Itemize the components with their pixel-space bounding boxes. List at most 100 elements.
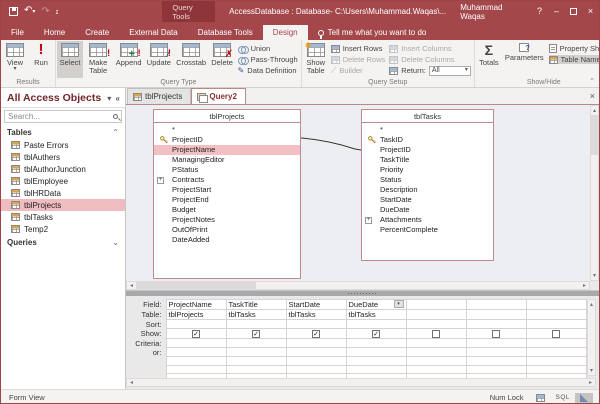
update-button[interactable]: ∕! Update	[144, 41, 173, 78]
scroll-down-icon[interactable]: ▾	[591, 271, 598, 280]
scroll-down-icon[interactable]: ▾	[588, 366, 595, 375]
property-sheet-button[interactable]: Property Sheet	[549, 44, 600, 53]
sql-view-button[interactable]: SQL	[550, 393, 575, 402]
delete-query-button[interactable]: ✗ Delete	[209, 41, 236, 78]
grid-cell-field-col5[interactable]	[406, 300, 466, 310]
grid-cell-criteria-col1[interactable]	[166, 339, 226, 348]
make-table-button[interactable]: ! Make Table	[83, 41, 113, 78]
maximize-button[interactable]	[565, 1, 582, 22]
select-query-button[interactable]: Select	[57, 41, 83, 78]
grid-cell-table-col2[interactable]: tblTasks	[226, 310, 286, 320]
field-pstatus[interactable]: PStatus	[154, 165, 300, 175]
field-description[interactable]: Description	[362, 185, 493, 195]
grid-cell-criteria-col5[interactable]	[406, 339, 466, 348]
show-checkbox[interactable]: ✓	[252, 330, 260, 338]
grid-cell-empty-col6[interactable]	[466, 365, 526, 374]
scroll-up-icon[interactable]: ▴	[588, 300, 595, 309]
field-attachments[interactable]: +Attachments	[362, 215, 493, 225]
grid-cell-empty-col4[interactable]	[346, 357, 406, 366]
return-combo[interactable]: Return: All ▾	[389, 66, 471, 75]
grid-cell-or-col4[interactable]	[346, 348, 406, 357]
grid-cell-show-col5[interactable]	[406, 329, 466, 339]
grid-cell-table-col7[interactable]	[526, 310, 586, 320]
grid-cell-empty-col4[interactable]	[346, 365, 406, 374]
grid-cell-or-col1[interactable]	[166, 348, 226, 357]
totals-button[interactable]: Σ Totals	[476, 41, 502, 78]
expand-plus-icon[interactable]: +	[157, 177, 164, 184]
grid-cell-criteria-col7[interactable]	[526, 339, 586, 348]
design-view-button[interactable]	[575, 393, 593, 403]
field-outofprint[interactable]: OutOfPrint	[154, 225, 300, 235]
tell-me-box[interactable]: Tell me what you want to do	[308, 25, 437, 40]
nav-menu-icon[interactable]: ▾	[107, 94, 112, 103]
field-projectid[interactable]: ProjectID	[154, 135, 300, 145]
tab-file[interactable]: File	[1, 25, 34, 40]
grid-cell-field-col2[interactable]: TaskTitle	[226, 300, 286, 310]
tab-external-data[interactable]: External Data	[119, 25, 187, 40]
grid-cell-sort-col2[interactable]	[226, 320, 286, 329]
field-startdate[interactable]: StartDate	[362, 195, 493, 205]
nav-item-temp2[interactable]: Temp2	[1, 223, 125, 235]
grid-cell-sort-col6[interactable]	[466, 320, 526, 329]
nav-item-tbltasks[interactable]: tblTasks	[1, 211, 125, 223]
scrollbar-thumb[interactable]	[591, 115, 598, 155]
grid-cell-show-col2[interactable]: ✓	[226, 329, 286, 339]
grid-vertical-scrollbar[interactable]: ▴ ▾	[587, 299, 596, 376]
tab-home[interactable]: Home	[34, 25, 75, 40]
tab-design[interactable]: Design	[263, 25, 308, 40]
nav-item-tblhrdata[interactable]: tblHRData	[1, 187, 125, 199]
nav-item-tblauthers[interactable]: tblAuthers	[1, 151, 125, 163]
grid-cell-sort-col1[interactable]	[166, 320, 226, 329]
insert-rows-button[interactable]: Insert Rows	[331, 44, 386, 53]
grid-cell-empty-col1[interactable]	[166, 365, 226, 374]
collapse-ribbon-icon[interactable]: ⌃	[589, 77, 595, 85]
field-duedate[interactable]: DueDate	[362, 205, 493, 215]
field-combo-icon[interactable]: ▾	[394, 300, 404, 308]
shutter-bar-icon[interactable]: «	[116, 94, 121, 103]
grid-cell-field-col1[interactable]: ProjectName	[166, 300, 226, 310]
show-checkbox[interactable]	[492, 330, 500, 338]
grid-cell-sort-col4[interactable]	[346, 320, 406, 329]
grid-cell-field-col7[interactable]	[526, 300, 586, 310]
help-button[interactable]: ?	[531, 1, 548, 22]
grid-cell-sort-col5[interactable]	[406, 320, 466, 329]
grid-cell-or-col7[interactable]	[526, 348, 586, 357]
field-percentcomplete[interactable]: PercentComplete	[362, 225, 493, 235]
datasheet-view-button[interactable]	[531, 393, 550, 403]
tab-database-tools[interactable]: Database Tools	[188, 25, 263, 40]
grid-cell-empty-col6[interactable]	[466, 357, 526, 366]
close-button[interactable]: ×	[582, 1, 599, 22]
grid-cell-empty-col3[interactable]	[286, 365, 346, 374]
design-horizontal-scrollbar[interactable]: ◂ ▸	[126, 281, 590, 290]
grid-cell-empty-col1[interactable]	[166, 357, 226, 366]
field-list-title[interactable]: tblProjects	[154, 110, 300, 123]
field-budget[interactable]: Budget	[154, 205, 300, 215]
grid-cell-table-col4[interactable]: tblTasks	[346, 310, 406, 320]
grid-cell-or-col6[interactable]	[466, 348, 526, 357]
design-canvas[interactable]: tblProjects *ProjectIDProjectNameManagin…	[126, 105, 590, 281]
grid-cell-table-col6[interactable]	[466, 310, 526, 320]
grid-cell-or-col5[interactable]	[406, 348, 466, 357]
field-contracts[interactable]: +Contracts	[154, 175, 300, 185]
grid-cell-show-col6[interactable]	[466, 329, 526, 339]
minimize-button[interactable]: –	[548, 1, 565, 22]
nav-item-tblauthorjunction[interactable]: tblAuthorJunction	[1, 163, 125, 175]
expand-section-icon[interactable]: ⌄	[112, 238, 119, 247]
grid-cell-or-col2[interactable]	[226, 348, 286, 357]
grid-cell-or-col3[interactable]	[286, 348, 346, 357]
grid-cell-empty-col2[interactable]	[226, 365, 286, 374]
doc-tab-query2[interactable]: Query2	[191, 88, 246, 104]
return-select[interactable]: All ▾	[429, 66, 471, 76]
grid-cell-empty-col5[interactable]	[406, 357, 466, 366]
grid-cell-table-col1[interactable]: tblProjects	[166, 310, 226, 320]
nav-item-tblemployee[interactable]: tblEmployee	[1, 175, 125, 187]
grid-cell-field-col3[interactable]: StartDate	[286, 300, 346, 310]
grid-cell-show-col3[interactable]: ✓	[286, 329, 346, 339]
expand-plus-icon[interactable]: +	[365, 217, 372, 224]
nav-item-tblprojects[interactable]: tblProjects	[1, 199, 125, 211]
nav-section-tables[interactable]: Tables ⌃	[1, 125, 125, 139]
nav-pane-header[interactable]: All Access Objects ▾ «	[1, 88, 125, 108]
design-vertical-scrollbar[interactable]: ▴ ▾	[590, 105, 599, 281]
field-projectnotes[interactable]: ProjectNotes	[154, 215, 300, 225]
scroll-right-icon[interactable]: ▸	[586, 379, 595, 386]
